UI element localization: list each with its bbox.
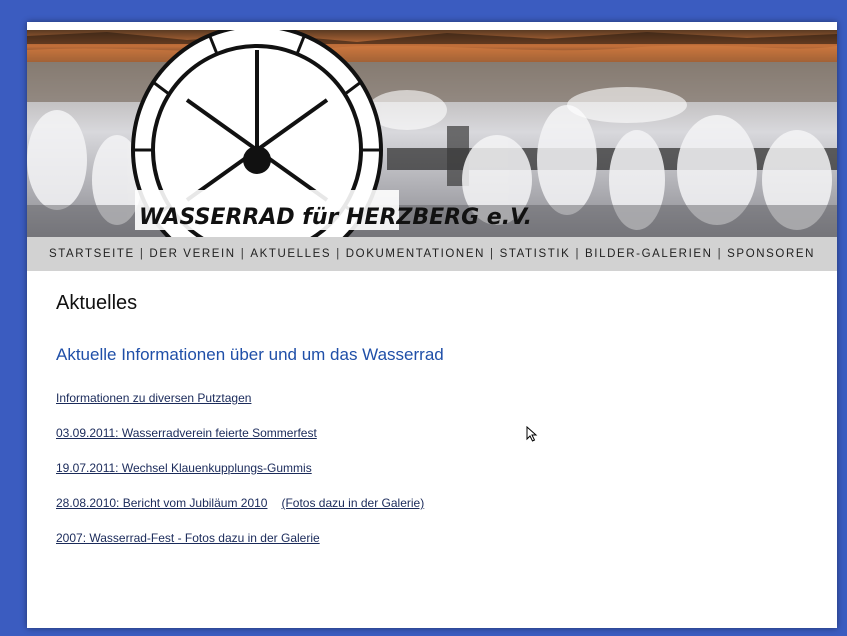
news-link-jubilaeum-gallery[interactable]: (Fotos dazu in der Galerie)	[281, 496, 424, 510]
nav-item-sponsoren[interactable]: SPONSOREN	[727, 248, 815, 260]
nav-separator: |	[575, 248, 581, 260]
nav-item-startseite[interactable]: STARTSEITE	[49, 248, 135, 260]
nav-item-statistik[interactable]: STATISTIK	[500, 248, 571, 260]
list-item: Informationen zu diversen Putztagen	[56, 391, 776, 426]
news-link-jubilaeum[interactable]: 28.08.2010: Bericht vom Jubiläum 2010	[56, 496, 267, 510]
news-link-putztage[interactable]: Informationen zu diversen Putztagen	[56, 391, 251, 405]
logo-text: WASSERRAD für HERZBERG e.V.	[139, 205, 532, 230]
nav-separator: |	[717, 248, 723, 260]
news-link-wasserrad-fest[interactable]: 2007: Wasserrad-Fest - Fotos dazu in der…	[56, 531, 320, 545]
nav-item-bilder-galerien[interactable]: BILDER-GALERIEN	[585, 248, 713, 260]
page-title: Aktuelles	[56, 292, 138, 314]
nav-separator: |	[139, 248, 145, 260]
list-item: 03.09.2011: Wasserradverein feierte Somm…	[56, 426, 776, 461]
main-navigation: STARTSEITE | DER VEREIN | AKTUELLES | DO…	[27, 237, 837, 271]
nav-separator: |	[490, 248, 495, 260]
list-item: 2007: Wasserrad-Fest - Fotos dazu in der…	[56, 531, 776, 566]
header-banner: WASSERRAD für HERZBERG e.V.	[27, 30, 837, 237]
nav-item-dokumentationen[interactable]: DOKUMENTATIONEN	[346, 248, 485, 260]
news-list: Informationen zu diversen Putztagen 03.0…	[56, 391, 776, 566]
waterfall-banner-image: WASSERRAD für HERZBERG e.V.	[27, 30, 837, 237]
nav-item-der-verein[interactable]: DER VEREIN	[149, 248, 235, 260]
list-item: 28.08.2010: Bericht vom Jubiläum 2010 (Fo…	[56, 496, 776, 531]
news-link-sommerfest[interactable]: 03.09.2011: Wasserradverein feierte Somm…	[56, 426, 317, 440]
nav-separator: |	[336, 248, 341, 260]
section-subtitle: Aktuelle Informationen über und um das W…	[56, 345, 444, 364]
mouse-pointer-icon	[526, 425, 538, 447]
nav-separator: |	[240, 248, 246, 260]
main-content: Aktuelles Aktuelle Informationen über un…	[56, 292, 776, 566]
nav-item-aktuelles[interactable]: AKTUELLES	[250, 248, 331, 260]
list-item: 19.07.2011: Wechsel Klauenkupplungs-Gumm…	[56, 461, 776, 496]
news-link-klauenkupplung[interactable]: 19.07.2011: Wechsel Klauenkupplungs-Gumm…	[56, 461, 312, 475]
